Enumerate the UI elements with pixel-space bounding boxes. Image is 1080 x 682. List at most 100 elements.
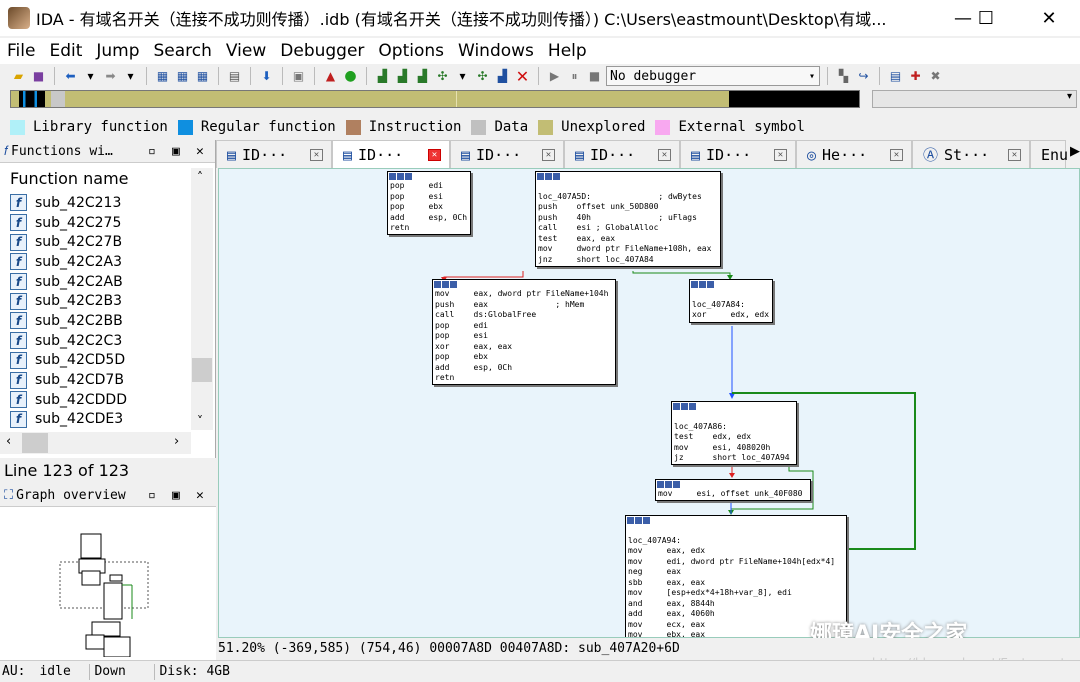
close-button[interactable]: ✕ [1026, 0, 1072, 36]
panel-close-icon[interactable]: ✕ [196, 144, 204, 159]
menu-file[interactable]: File [0, 41, 42, 61]
attach-icon[interactable]: ↪ [855, 68, 872, 85]
run-green-icon[interactable]: ● [342, 68, 359, 85]
function-list-item[interactable]: f sub_42C2A3 [0, 252, 215, 272]
graph-node-epilogue[interactable]: pop edi pop esi pop ebx add esp, 0Ch ret… [387, 171, 471, 235]
function-list-item[interactable]: f sub_42C27B [0, 232, 215, 252]
stop-debugger-icon[interactable]: ■ [586, 68, 603, 85]
calculator-icon[interactable]: ▣ [290, 68, 307, 85]
graph-overview-minimap[interactable] [0, 507, 216, 658]
save-icon[interactable]: ■ [30, 68, 47, 85]
graph-view[interactable]: pop edi pop esi pop ebx add esp, 0Ch ret… [218, 168, 1080, 638]
graph-node-globalfree[interactable]: mov eax, dword ptr FileName+104h push ea… [432, 279, 616, 385]
disasm-icon: ▤ [343, 145, 353, 164]
tab-label: He··· [822, 145, 868, 164]
text-search-icon[interactable]: ▦ [174, 68, 191, 85]
tab-structures[interactable]: Ⓐ St··· ✕ [912, 140, 1030, 168]
function-icon[interactable]: ▟ [494, 68, 511, 85]
tab-close-icon[interactable]: ✕ [310, 148, 323, 161]
make-code-icon[interactable]: ▟ [374, 68, 391, 85]
tab-hex-view[interactable]: ◎ He··· ✕ [796, 140, 912, 168]
panel-float-icon[interactable]: ▣ [172, 144, 180, 159]
au-label: AU: [2, 664, 26, 679]
tab-close-icon[interactable]: ✕ [542, 148, 555, 161]
tab-ida-view-active[interactable]: ▤ ID··· ✕ [332, 140, 450, 168]
menu-view[interactable]: View [219, 41, 273, 61]
tab-ida-view-4[interactable]: ▤ ID··· ✕ [564, 140, 680, 168]
functions-vscroll[interactable]: ˄ ˅ [191, 168, 213, 430]
disasm-icon: ▤ [575, 145, 585, 164]
function-list-item[interactable]: f sub_42C2BB [0, 311, 215, 331]
jump-down-icon[interactable]: ⬇ [258, 68, 275, 85]
back-arrow-icon[interactable]: ⬅ [62, 68, 79, 85]
dropdown-icon[interactable]: ▾ [122, 68, 139, 85]
tab-close-icon[interactable]: ✕ [658, 148, 671, 161]
make-string-icon[interactable]: ✣ [434, 68, 451, 85]
binary-search-icon[interactable]: ▦ [154, 68, 171, 85]
graph-node-mov-esi[interactable]: mov esi, offset unk_40F080 [655, 479, 811, 501]
add-breakpoint-icon[interactable]: ✚ [907, 68, 924, 85]
tab-close-icon[interactable]: ✕ [774, 148, 787, 161]
list-icon[interactable]: ▤ [887, 68, 904, 85]
function-list-item[interactable]: f sub_42CD5D [0, 351, 215, 371]
functions-hscroll[interactable]: ‹ › [0, 432, 191, 454]
tab-close-icon[interactable]: ✕ [890, 148, 903, 161]
tab-close-icon[interactable]: ✕ [1008, 148, 1021, 161]
vscroll-thumb[interactable] [192, 358, 212, 382]
disk-space: Disk: 4GB [159, 664, 230, 679]
start-debugger-icon[interactable]: ▶ [546, 68, 563, 85]
function-list-item[interactable]: f sub_42CD7B [0, 370, 215, 390]
make-array-icon[interactable]: ▟ [414, 68, 431, 85]
panel-menu-icon[interactable]: ▫ [148, 144, 156, 159]
panel-float-icon[interactable]: ▣ [172, 488, 180, 503]
graph-view-icon[interactable]: ▲ [322, 68, 339, 85]
structures-icon: Ⓐ [923, 146, 939, 164]
navigation-band[interactable] [10, 90, 860, 108]
function-list-item[interactable]: f sub_42CDE3 [0, 410, 215, 430]
panel-close-icon[interactable]: ✕ [196, 488, 204, 503]
panel-menu-icon[interactable]: ▫ [148, 488, 156, 503]
immediate-search-icon[interactable]: ▦ [194, 68, 211, 85]
print-icon[interactable]: ▤ [226, 68, 243, 85]
menu-edit[interactable]: Edit [42, 41, 89, 61]
maximize-button[interactable]: ☐ [963, 0, 1009, 36]
undefine-icon[interactable]: ✕ [514, 67, 531, 86]
open-folder-icon[interactable]: ▰ [10, 68, 27, 85]
hscroll-thumb[interactable] [22, 433, 48, 453]
pause-debugger-icon[interactable]: ⏸ [566, 68, 583, 85]
dropdown-icon[interactable]: ▾ [454, 68, 471, 85]
graph-node-loc_407A84[interactable]: loc_407A84: xor edx, edx [689, 279, 773, 323]
tab-enums[interactable]: Enu [1030, 140, 1068, 168]
tab-ida-view-1[interactable]: ▤ ID··· ✕ [216, 140, 332, 168]
function-list-item[interactable]: f sub_42C213 [0, 193, 215, 213]
tab-ida-view-5[interactable]: ▤ ID··· ✕ [680, 140, 796, 168]
menu-jump[interactable]: Jump [89, 41, 146, 61]
menu-debugger[interactable]: Debugger [273, 41, 371, 61]
tab-close-icon[interactable]: ✕ [428, 148, 441, 161]
function-list-item[interactable]: f sub_42C2AB [0, 272, 215, 292]
function-list-item[interactable]: f sub_42C2C3 [0, 331, 215, 351]
function-list-item[interactable]: f sub_42C275 [0, 213, 215, 233]
tabs-scroll-right-icon[interactable]: ▶ [1070, 144, 1080, 159]
delete-breakpoint-icon[interactable]: ✖ [927, 68, 944, 85]
struct-icon[interactable]: ✣ [474, 68, 491, 85]
make-data-icon[interactable]: ▟ [394, 68, 411, 85]
function-list-item[interactable]: f sub_42CDDD [0, 390, 215, 410]
breakpoint-icon[interactable]: ▚ [835, 68, 852, 85]
menu-windows[interactable]: Windows [451, 41, 541, 61]
tab-ida-view-3[interactable]: ▤ ID··· ✕ [450, 140, 564, 168]
column-header-function-name[interactable]: Function name [0, 163, 215, 193]
menu-options[interactable]: Options [371, 41, 451, 61]
forward-arrow-icon[interactable]: ➡ [102, 68, 119, 85]
function-icon: f [10, 214, 27, 232]
graph-node-loc_407A86[interactable]: loc_407A86: test edx, edx mov esi, 40802… [671, 401, 797, 465]
menu-search[interactable]: Search [147, 41, 219, 61]
dropdown-icon[interactable]: ▾ [82, 68, 99, 85]
function-icon: f [10, 194, 27, 212]
graph-node-loc_407A5D[interactable]: loc_407A5D: ; dwBytes push offset unk_50… [535, 171, 721, 267]
function-list-item[interactable]: f sub_42C2B3 [0, 291, 215, 311]
legend-regular-label: Regular function [200, 119, 336, 135]
segment-select[interactable]: ▾ [872, 90, 1077, 108]
debugger-select[interactable]: No debugger [606, 66, 820, 86]
menu-help[interactable]: Help [541, 41, 594, 61]
